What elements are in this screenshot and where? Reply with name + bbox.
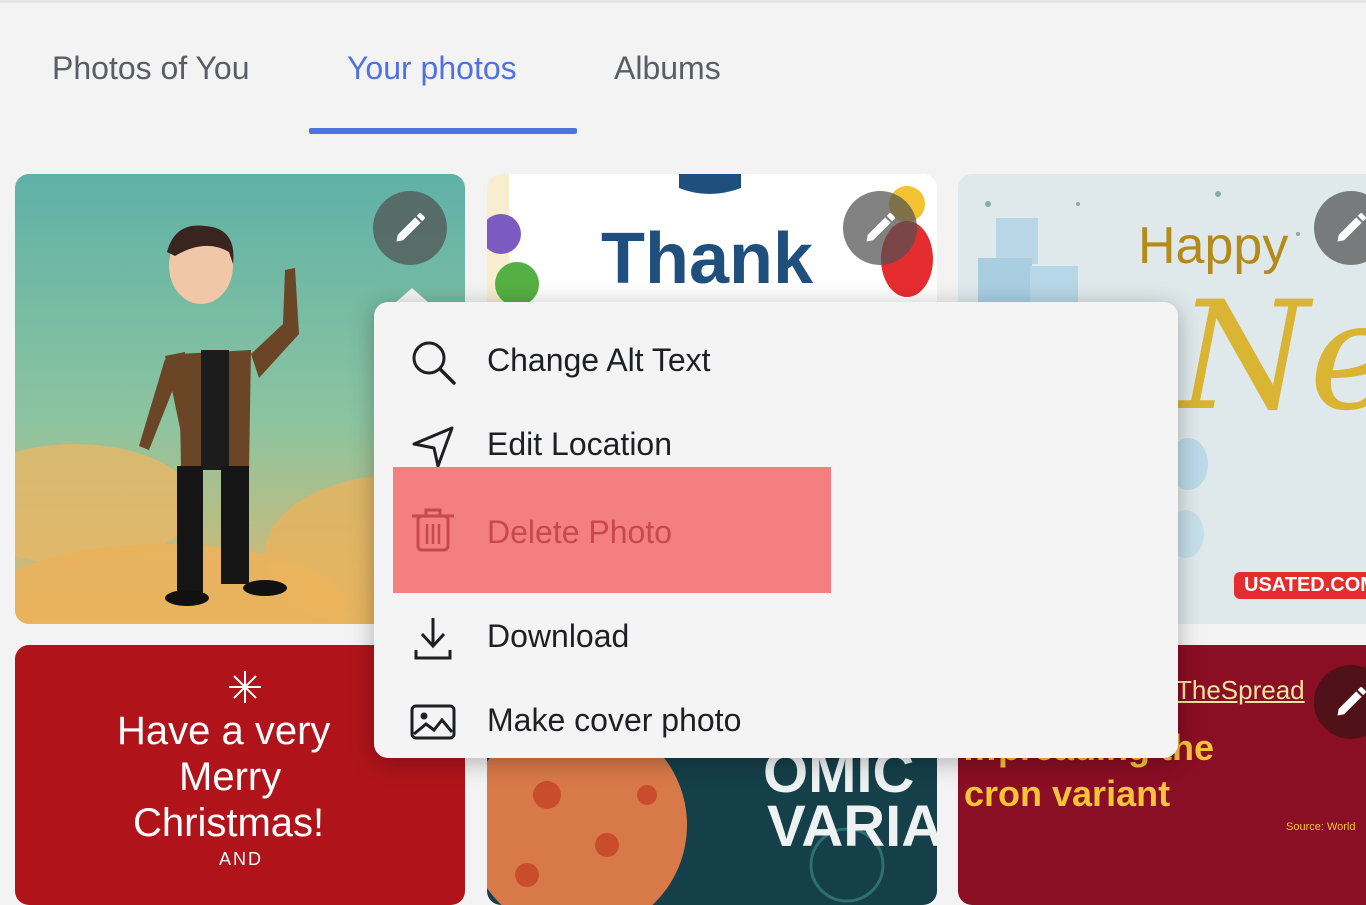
- image-icon: [410, 704, 456, 740]
- pencil-icon: [866, 213, 895, 242]
- christmas-line-2: Merry: [179, 755, 282, 799]
- thank-text: Thank: [601, 219, 814, 299]
- download-icon: [414, 618, 452, 660]
- pencil-icon: [396, 213, 425, 242]
- menu-item-label: Change Alt Text: [487, 342, 711, 378]
- spread-line-2: cron variant: [964, 773, 1171, 814]
- menu-item-label: Edit Location: [487, 426, 673, 462]
- pencil-icon: [1337, 213, 1366, 242]
- tab-photos-of-you[interactable]: Photos of You: [52, 44, 250, 92]
- menu-item-label: Make cover photo: [487, 702, 742, 738]
- tab-your-photos[interactable]: Your photos: [347, 44, 517, 92]
- spread-handle: TheSpread: [1176, 675, 1305, 705]
- trash-icon: [412, 508, 454, 552]
- edit-photo-button[interactable]: [843, 191, 917, 265]
- usated-badge: USATED.COM: [1234, 572, 1366, 599]
- menu-item-download[interactable]: Download: [374, 594, 1178, 678]
- tab-albums[interactable]: Albums: [614, 44, 721, 92]
- menu-item-change-alt-text[interactable]: Change Alt Text: [374, 318, 1178, 402]
- edit-photo-button[interactable]: [373, 191, 447, 265]
- happy-text: Happy: [1138, 217, 1289, 275]
- menu-item-delete-photo[interactable]: Delete Photo: [374, 467, 1178, 593]
- pencil-icon: [1337, 687, 1366, 716]
- christmas-line-1: Have a very: [117, 709, 331, 753]
- menu-item-make-cover-photo[interactable]: Make cover photo: [374, 678, 1178, 762]
- photo-tabs: Photos of You Your photos Albums: [0, 0, 1366, 140]
- new-year-script: New y: [1178, 270, 1366, 444]
- christmas-line-3: Christmas!: [133, 801, 325, 845]
- search-icon: [412, 341, 456, 385]
- christmas-line-4: AND: [219, 849, 264, 869]
- spread-source: Source: World: [1286, 821, 1356, 833]
- menu-item-label: Delete Photo: [487, 514, 673, 550]
- menu-item-label: Download: [487, 618, 630, 654]
- photo-options-menu: Change Alt Text Edit Location Delete Pho…: [374, 302, 1178, 758]
- active-tab-underline: [309, 128, 577, 134]
- location-arrow-icon: [412, 426, 454, 468]
- omicron-line-2: VARIA: [767, 794, 937, 859]
